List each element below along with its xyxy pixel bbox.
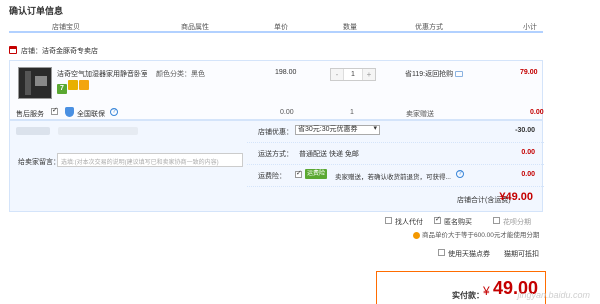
store-label: 店铺： (21, 48, 42, 55)
blurred-info-2 (58, 127, 138, 135)
quantity-stepper[interactable]: - 1 + (330, 68, 376, 81)
coupon-value: -30.00 (515, 127, 535, 134)
installment-label: 花呗分期 (503, 219, 531, 226)
order-summary-box: 给卖家留言： 选填:(对本次交易的说明(建议填写已和卖家协商一致的内容) 店铺优… (9, 120, 544, 212)
seven-day-return-badge: 7 (57, 84, 67, 94)
shipping-label: 运送方式： (258, 151, 293, 158)
store-total-value: ¥49.00 (499, 191, 533, 203)
col-header-promo: 优惠方式 (415, 24, 443, 31)
store-name[interactable]: 洁奇金豚奇专卖店 (42, 48, 98, 55)
promo-icon[interactable] (455, 71, 464, 78)
qty-minus-button[interactable]: - (331, 69, 343, 80)
shop-icon (9, 46, 17, 54)
page-title: 确认订单信息 (9, 6, 64, 16)
help-icon[interactable]: ? (110, 108, 118, 116)
service-label: 售后服务 (16, 111, 44, 118)
installment-checkbox[interactable] (493, 217, 500, 224)
anonymous-label: 匿名购买 (444, 219, 472, 226)
store-coupon-row: 店铺优惠： 省30元:30元优惠券 -30.00 (247, 121, 544, 143)
anonymous-checkbox[interactable] (434, 215, 441, 224)
after-sales-service-row: 售后服务 全国联保 ? 0.00 1 卖家赠送 0.00 (9, 106, 544, 120)
col-header-subtotal: 小计 (523, 24, 537, 31)
qty-input[interactable]: 1 (343, 69, 363, 80)
product-spec: 颜色分类：黑色 (156, 71, 205, 78)
warn-icon (413, 231, 420, 239)
tmall-points-label: 使用天猫点券 (448, 251, 490, 258)
help-icon[interactable]: ? (456, 170, 464, 178)
insurance-value: 0.00 (521, 171, 535, 178)
coupon-select[interactable]: 省30元:30元优惠券 (295, 125, 380, 135)
table-header: 店铺宝贝 商品属性 单价 数量 优惠方式 小计 (9, 19, 543, 33)
promo-info: 省119:返回抢购 (405, 69, 464, 79)
product-name[interactable]: 洁奇空气加湿器家用静音卧室大... (57, 69, 147, 79)
insurance-checkbox[interactable] (295, 169, 302, 178)
installment-note: 商品单价大于等于600.00元才能使用分期 (413, 229, 539, 239)
col-header-items: 店铺宝贝 (52, 24, 80, 31)
product-badges: 7 (57, 80, 90, 94)
payment-label: 实付款： (452, 291, 484, 300)
guarantee-badge (68, 80, 78, 90)
service-name: 全国联保 (77, 111, 105, 118)
qty-plus-button[interactable]: + (363, 69, 375, 80)
col-header-attributes: 商品属性 (181, 24, 209, 31)
payment-options-row: 找人代付 匿名购买 花呗分期 (385, 215, 545, 227)
proxy-pay-label: 找人代付 (395, 219, 423, 226)
col-header-qty: 数量 (343, 24, 357, 31)
promo-text: 省119:返回抢购 (405, 71, 454, 78)
seller-message-input[interactable]: 选填:(对本次交易的说明(建议填写已和卖家协商一致的内容) (57, 153, 243, 167)
service-qty: 1 (350, 109, 354, 116)
shipping-text: 普通配送 快递 免邮 (299, 151, 359, 158)
service-subtotal: 0.00 (530, 109, 544, 116)
shield-icon (65, 107, 74, 117)
watermark: jingyan.baidu.com (517, 290, 590, 300)
insurance-label: 运费险： (258, 173, 286, 180)
service-price: 0.00 (280, 109, 294, 116)
service-badge (79, 80, 89, 90)
service-shipping: 卖家赠送 (406, 111, 434, 118)
points-note: 猫期可抵扣 (504, 251, 539, 258)
tmall-points-checkbox[interactable] (438, 249, 445, 256)
service-checkbox[interactable] (51, 106, 58, 115)
shipping-value: 0.00 (521, 149, 535, 156)
col-header-price: 单价 (274, 24, 288, 31)
installment-note-text: 商品单价大于等于600.00元才能使用分期 (422, 232, 540, 239)
shipping-row: 运送方式： 普通配送 快递 免邮 0.00 (247, 143, 544, 165)
product-thumbnail[interactable] (18, 67, 52, 99)
blurred-info (16, 127, 50, 135)
unit-price: 198.00 (275, 69, 297, 76)
proxy-pay-checkbox[interactable] (385, 217, 392, 224)
payment-currency: ¥ (483, 284, 490, 298)
insurance-row: 运费险： 运费险 卖家赠送，若确认收货前退货，可获得... ? 0.00 (247, 165, 544, 187)
insurance-text: 卖家赠送，若确认收货前退货，可获得... (335, 174, 451, 181)
item-subtotal: 79.00 (520, 69, 538, 76)
points-row: 使用天猫点券 猫期可抵扣 (438, 247, 548, 259)
insurance-tag: 运费险 (305, 169, 328, 179)
store-row: 店铺：洁奇金豚奇专卖店 (9, 44, 543, 58)
message-label: 给卖家留言： (18, 159, 60, 166)
coupon-label: 店铺优惠： (258, 129, 293, 136)
